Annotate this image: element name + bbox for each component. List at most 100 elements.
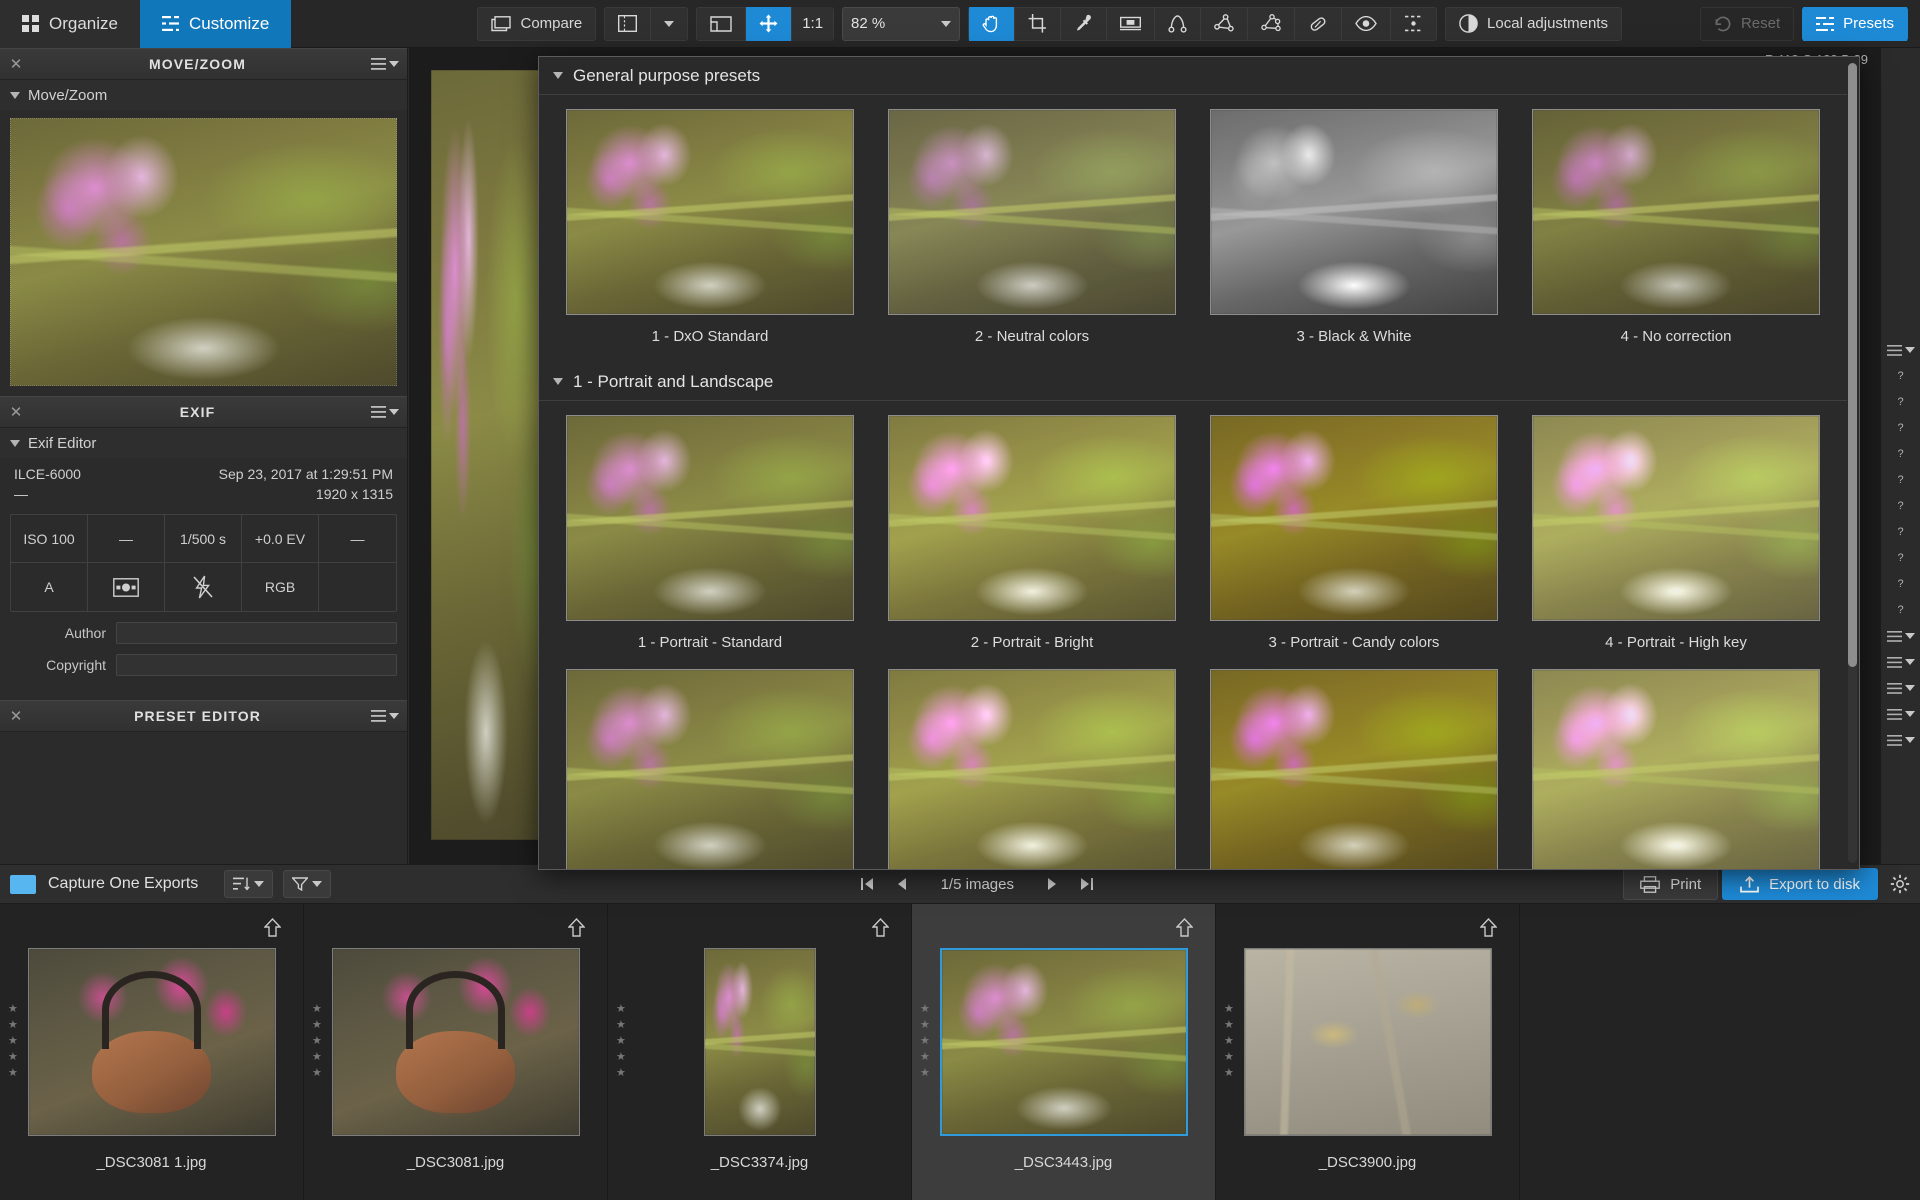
eyedropper-tool-icon[interactable] <box>1061 7 1107 41</box>
tab-organize[interactable]: Organize <box>0 0 140 48</box>
local-adjustments-button[interactable]: Local adjustments <box>1446 7 1621 41</box>
move-zoom-section[interactable]: Move/Zoom <box>0 80 407 110</box>
filter-button[interactable] <box>283 870 331 898</box>
preset-item-black-and-white[interactable]: 3 - Black & White <box>1193 109 1515 345</box>
fit-to-screen-icon[interactable] <box>697 7 746 41</box>
rail-item-help-6[interactable]: ? <box>1883 494 1919 518</box>
preset-item-partial-4[interactable] <box>1515 669 1837 869</box>
rail-item-palette-5[interactable] <box>1883 702 1919 726</box>
rail-item-help-7[interactable]: ? <box>1883 520 1919 544</box>
exif-copyright-input[interactable] <box>116 654 397 676</box>
chevron-down-icon <box>941 21 951 27</box>
close-icon[interactable]: ✕ <box>8 403 24 421</box>
close-icon[interactable]: ✕ <box>8 707 24 725</box>
export-icon <box>1740 876 1759 893</box>
zoom-level-select[interactable]: 82 % <box>842 7 960 41</box>
last-page-icon[interactable] <box>1070 869 1104 899</box>
preset-item-portrait-candy-colors[interactable]: 3 - Portrait - Candy colors <box>1193 415 1515 651</box>
list-item[interactable]: ★★★★★ _DSC3081 1.jpg <box>0 904 304 1200</box>
panel-menu-icon[interactable] <box>371 710 399 722</box>
red-eye-tool-icon[interactable] <box>1342 7 1391 41</box>
presets-button[interactable]: Presets <box>1803 7 1907 41</box>
rail-item-help-1[interactable]: ? <box>1883 364 1919 388</box>
rail-item-help-3[interactable]: ? <box>1883 416 1919 440</box>
rating-stars[interactable]: ★★★★★ <box>1224 1004 1234 1079</box>
perspective-triangle-icon[interactable] <box>1201 7 1248 41</box>
flag-icon[interactable] <box>264 918 281 937</box>
list-item[interactable]: ★★★★★ _DSC3081.jpg <box>304 904 608 1200</box>
reset-button[interactable]: Reset <box>1701 7 1793 41</box>
preset-item-portrait-bright[interactable]: 2 - Portrait - Bright <box>871 415 1193 651</box>
preset-item-partial-1[interactable] <box>549 669 871 869</box>
preset-item-partial-3[interactable] <box>1193 669 1515 869</box>
preset-item-no-correction[interactable]: 4 - No correction <box>1515 109 1837 345</box>
rail-item-palette[interactable] <box>1883 338 1919 362</box>
list-item[interactable]: ★★★★★ _DSC3900.jpg <box>1216 904 1520 1200</box>
preset-section-header-portrait[interactable]: 1 - Portrait and Landscape <box>539 363 1847 401</box>
list-item[interactable]: ★★★★★ _DSC3374.jpg <box>608 904 912 1200</box>
rating-stars[interactable]: ★★★★★ <box>312 1004 322 1079</box>
close-icon[interactable]: ✕ <box>8 55 24 73</box>
perspective-4point-icon[interactable] <box>1248 7 1295 41</box>
rail-item-help-5[interactable]: ? <box>1883 468 1919 492</box>
thumbnail-filename: _DSC3900.jpg <box>1319 1154 1417 1171</box>
preset-photo-detail <box>889 670 1175 869</box>
presets-scrollbar-thumb[interactable] <box>1848 63 1857 667</box>
flag-icon[interactable] <box>568 918 585 937</box>
perspective-2point-icon[interactable] <box>1155 7 1201 41</box>
local-adjustments-icon <box>1459 14 1478 33</box>
dxo-photolab-window: Organize Customize Compare <box>0 0 1920 1200</box>
compare-button[interactable]: Compare <box>478 7 595 41</box>
flag-icon[interactable] <box>1176 918 1193 937</box>
rating-stars[interactable]: ★★★★★ <box>920 1004 930 1079</box>
export-to-disk-button[interactable]: Export to disk <box>1722 868 1878 900</box>
rail-item-help-2[interactable]: ? <box>1883 390 1919 414</box>
split-view-icon[interactable] <box>605 7 651 41</box>
preset-item-portrait-standard[interactable]: 1 - Portrait - Standard <box>549 415 871 651</box>
rail-item-palette-4[interactable] <box>1883 676 1919 700</box>
sort-button[interactable] <box>224 870 273 898</box>
presets-scrollbar[interactable] <box>1848 63 1857 863</box>
prev-page-icon[interactable] <box>885 869 919 899</box>
panel-menu-icon[interactable] <box>371 58 399 70</box>
list-item[interactable]: ★★★★★ _DSC3443.jpg <box>912 904 1216 1200</box>
move-icon[interactable] <box>746 7 792 41</box>
preset-item-partial-2[interactable] <box>871 669 1193 869</box>
rail-item-palette-2[interactable] <box>1883 624 1919 648</box>
exif-editor-section[interactable]: Exif Editor <box>0 428 407 458</box>
first-page-icon[interactable] <box>851 869 885 899</box>
rail-item-help-8[interactable]: ? <box>1883 546 1919 570</box>
dust-removal-icon[interactable] <box>1391 7 1436 41</box>
gear-icon[interactable] <box>1890 874 1910 894</box>
tab-customize[interactable]: Customize <box>140 0 291 48</box>
rail-item-help-4[interactable]: ? <box>1883 442 1919 466</box>
thumbnail-filename: _DSC3081 1.jpg <box>96 1154 206 1171</box>
rail-item-help-9[interactable]: ? <box>1883 572 1919 596</box>
rail-item-palette-3[interactable] <box>1883 650 1919 674</box>
preset-item-portrait-high-key[interactable]: 4 - Portrait - High key <box>1515 415 1837 651</box>
next-page-icon[interactable] <box>1036 869 1070 899</box>
crop-tool-icon[interactable] <box>1015 7 1061 41</box>
panel-menu-icon[interactable] <box>371 406 399 418</box>
print-button[interactable]: Print <box>1623 868 1718 900</box>
flag-icon[interactable] <box>1480 918 1497 937</box>
rail-item-palette-6[interactable] <box>1883 728 1919 752</box>
hand-tool-icon[interactable] <box>969 7 1015 41</box>
star-icon: ★ <box>312 1052 322 1063</box>
exif-author-input[interactable] <box>116 622 397 644</box>
zoom-ratio-button[interactable]: 1:1 <box>792 7 833 41</box>
preset-thumbnail <box>1210 415 1498 621</box>
view-mode-dropdown[interactable] <box>651 7 687 41</box>
rating-stars[interactable]: ★★★★★ <box>616 1004 626 1079</box>
rating-stars[interactable]: ★★★★★ <box>8 1004 18 1079</box>
preset-item-neutral-colors[interactable]: 2 - Neutral colors <box>871 109 1193 345</box>
preset-row-general: 1 - DxO Standard 2 - Neutral colors 3 - … <box>539 95 1847 349</box>
horizon-tool-icon[interactable] <box>1107 7 1155 41</box>
left-sidebar: ✕ MOVE/ZOOM Move/Zoom ✕ EXIF <box>0 48 408 868</box>
preset-item-dxo-standard[interactable]: 1 - DxO Standard <box>549 109 871 345</box>
preset-section-header-general[interactable]: General purpose presets <box>539 57 1847 95</box>
repair-tool-icon[interactable] <box>1295 7 1342 41</box>
navigator-preview[interactable] <box>10 118 397 386</box>
flag-icon[interactable] <box>872 918 889 937</box>
rail-item-help-10[interactable]: ? <box>1883 598 1919 622</box>
